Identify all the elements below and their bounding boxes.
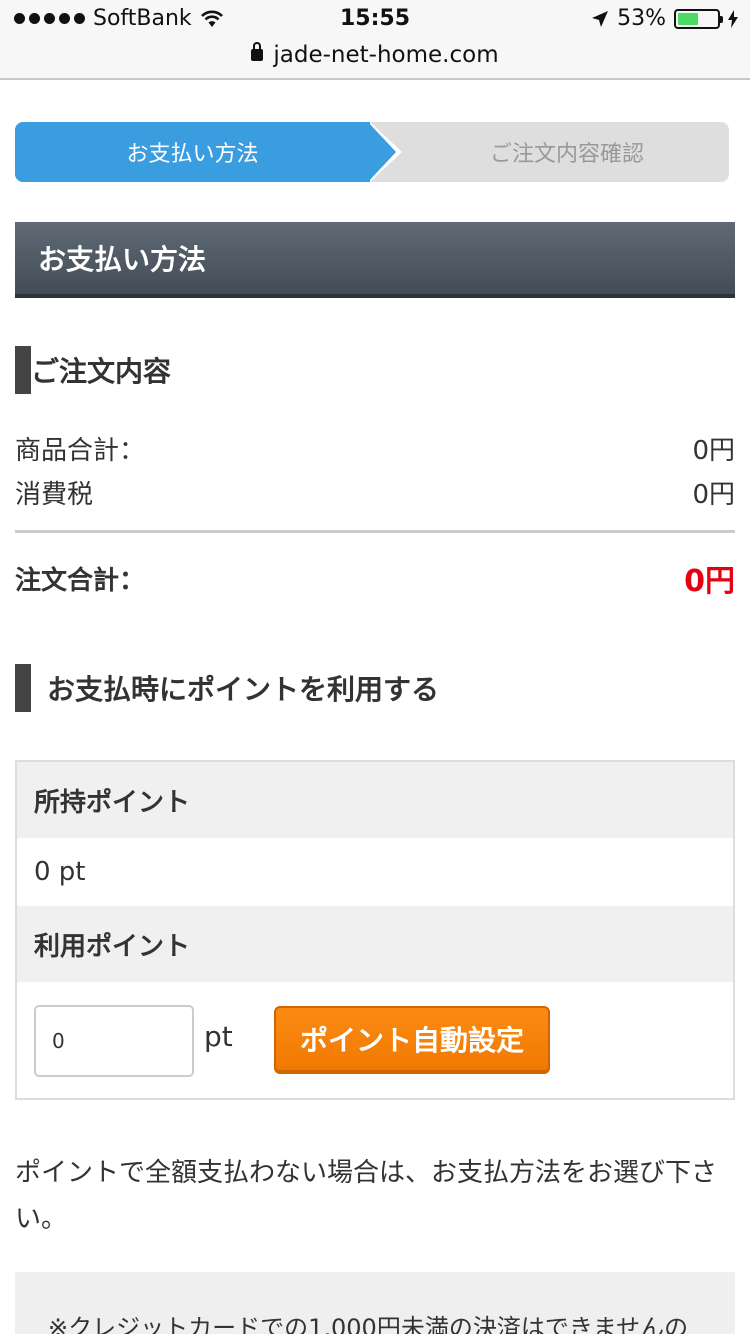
battery-icon: [674, 8, 723, 29]
subtotal-row: 商品合計： 0円: [15, 430, 735, 467]
held-points-header: 所持ポイント: [17, 762, 733, 838]
step-payment-method: お支払い方法: [15, 122, 370, 182]
subtotal-value: 0円: [692, 436, 735, 466]
auto-set-points-button[interactable]: ポイント自動設定: [274, 1006, 550, 1074]
use-points-input[interactable]: [34, 1005, 194, 1077]
payment-method-note: ポイントで全額支払わない場合は、お支払方法をお選び下さい。: [15, 1158, 718, 1234]
page-title: お支払い方法: [15, 222, 735, 298]
held-points-row: 0 pt: [17, 838, 733, 906]
tax-label: 消費税: [15, 480, 94, 510]
subtotal-label: 商品合計：: [15, 436, 146, 466]
heading-bar: [15, 664, 31, 712]
battery-percent: 53%: [617, 6, 666, 31]
points-heading: お支払時にポイントを利用する: [15, 664, 439, 712]
total-value: 0円: [684, 564, 735, 599]
heading-bar: [15, 346, 31, 394]
points-heading-text: お支払時にポイントを利用する: [47, 673, 440, 706]
battery-fill: [678, 12, 698, 25]
use-points-label: 利用ポイント: [34, 931, 191, 962]
order-summary-heading: ご注文内容: [15, 346, 171, 394]
tax-row: 消費税 0円: [15, 474, 735, 511]
credit-card-notice: ※クレジットカードでの1,000円未満の決済はできませんの: [15, 1272, 735, 1334]
total-label: 注文合計：: [15, 565, 146, 596]
points-table: 所持ポイント 0 pt 利用ポイント pt ポイント自動設定: [15, 760, 735, 1100]
order-summary-heading-text: ご注文内容: [31, 355, 172, 388]
use-points-unit: pt: [204, 1020, 233, 1053]
step-arrow-icon: [368, 122, 396, 182]
browser-url-bar[interactable]: jade-net-home.com: [0, 40, 750, 80]
location-arrow-icon: [592, 10, 609, 27]
charging-bolt-icon: [728, 9, 738, 28]
checkout-steps: お支払い方法 ご注文内容確認: [15, 122, 729, 182]
tax-value: 0円: [692, 480, 735, 510]
status-right: 53%: [591, 6, 738, 31]
status-bar: SoftBank 15:55 53%: [0, 0, 750, 40]
held-points-label: 所持ポイント: [34, 787, 191, 818]
total-row: 注文合計： 0円: [15, 556, 735, 600]
step-order-confirmation: ご注文内容確認: [489, 142, 644, 167]
summary-divider: [15, 530, 735, 533]
url-display[interactable]: jade-net-home.com: [0, 42, 750, 68]
url-text: jade-net-home.com: [273, 42, 499, 68]
held-points-value: 0 pt: [34, 857, 86, 887]
use-points-header: 利用ポイント: [17, 906, 733, 982]
credit-card-notice-text: ※クレジットカードでの1,000円未満の決済はできませんの: [48, 1314, 689, 1334]
lock-icon: [251, 42, 264, 61]
